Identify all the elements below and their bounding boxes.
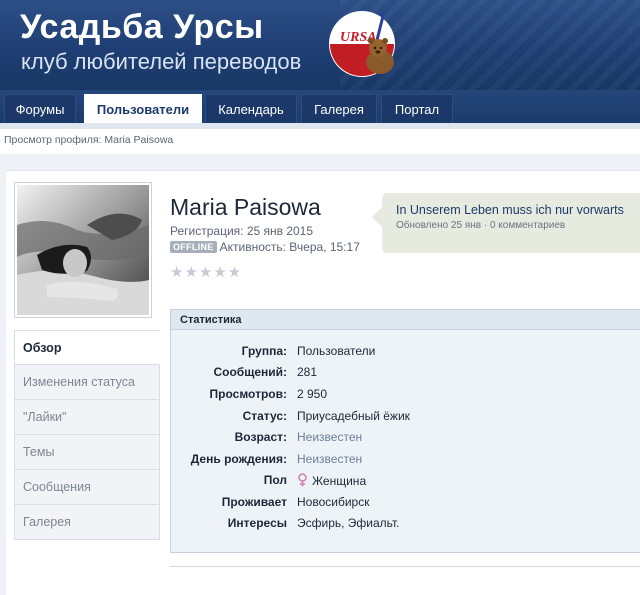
- stats-label: Пол: [263, 473, 287, 487]
- side-item-status-updates[interactable]: Изменения статуса: [14, 365, 160, 400]
- offline-badge: OFFLINE: [170, 241, 217, 253]
- main-nav: Форумы Пользователи Календарь Галерея По…: [0, 90, 640, 123]
- site-logo[interactable]: URSA: [328, 8, 404, 80]
- profile-photo[interactable]: [14, 182, 152, 318]
- avatar-image: [17, 185, 149, 315]
- stats-row-age: Возраст: Неизвестен: [171, 430, 640, 450]
- side-item-gallery[interactable]: Галерея: [14, 505, 160, 540]
- statistics-box: Статистика Группа: Пользователи Сообщени…: [170, 309, 640, 553]
- nav-subbar: [0, 123, 640, 129]
- stats-row-interests: Интересы Эсфирь, Эфиальт.: [171, 516, 640, 536]
- tab-calendar[interactable]: Календарь: [205, 94, 297, 123]
- last-activity: Активность: Вчера, 15:17: [219, 240, 360, 254]
- statistics-title: Статистика: [171, 310, 640, 330]
- stats-value: Неизвестен: [297, 452, 363, 466]
- site-title[interactable]: Усадьба Урсы: [20, 8, 264, 47]
- profile-name: Maria Paisowa: [170, 194, 321, 220]
- stats-value: Новосибирск: [297, 495, 370, 509]
- stats-value: Эсфирь, Эфиальт.: [297, 516, 400, 530]
- stats-label: Интересы: [227, 516, 287, 530]
- stats-value: Приусадебный ёжик: [297, 409, 410, 423]
- stats-label: Проживает: [221, 495, 287, 509]
- stats-row-views: Просмотров: 2 950: [171, 387, 640, 407]
- stats-value-with-icon: Женщина: [297, 473, 366, 488]
- side-item-likes[interactable]: "Лайки": [14, 400, 160, 435]
- stats-row-birthday: День рождения: Неизвестен: [171, 452, 640, 472]
- stats-row-posts: Сообщений: 281: [171, 365, 640, 385]
- stats-value: Пользователи: [297, 344, 376, 358]
- status-update-text[interactable]: In Unserem Leben muss ich nur vorwarts: [396, 203, 640, 217]
- stats-label: День рождения:: [190, 452, 287, 466]
- stats-row-gender: Пол Женщина: [171, 473, 640, 493]
- status-update-bubble: In Unserem Leben muss ich nur vorwarts О…: [372, 193, 640, 253]
- breadcrumb: Просмотр профиля: Maria Paisowa: [4, 134, 174, 146]
- tab-users[interactable]: Пользователи: [84, 94, 202, 123]
- side-item-posts[interactable]: Сообщения: [14, 470, 160, 505]
- stats-label: Возраст:: [234, 430, 287, 444]
- stats-value: Неизвестен: [297, 430, 363, 444]
- stats-label: Сообщений:: [213, 365, 287, 379]
- side-item-topics[interactable]: Темы: [14, 435, 160, 470]
- stats-label: Статус:: [242, 409, 287, 423]
- side-item-overview[interactable]: Обзор: [14, 330, 160, 365]
- section-divider: [170, 566, 640, 567]
- stats-value: 281: [297, 365, 318, 379]
- online-status-line: OFFLINE Активность: Вчера, 15:17: [170, 240, 360, 254]
- bear-logo-icon: URSA: [329, 11, 395, 77]
- status-update-meta[interactable]: Обновлено 25 янв · 0 комментариев: [396, 220, 565, 231]
- tab-portal[interactable]: Портал: [381, 94, 453, 123]
- registration-date: Регистрация: 25 янв 2015: [170, 224, 314, 238]
- site-header: Усадьба Урсы клуб любителей переводов UR…: [0, 0, 640, 90]
- stats-label: Просмотров:: [209, 387, 287, 401]
- tab-forums[interactable]: Форумы: [4, 94, 76, 123]
- stats-row-status: Статус: Приусадебный ёжик: [171, 409, 640, 429]
- stats-value: Женщина: [312, 474, 367, 488]
- female-symbol-icon: [298, 473, 307, 487]
- profile-side-menu: Обзор Изменения статуса "Лайки" Темы Соо…: [14, 330, 160, 540]
- tab-gallery[interactable]: Галерея: [301, 94, 377, 123]
- stats-row-location: Проживает Новосибирск: [171, 495, 640, 515]
- stats-row-group: Группа: Пользователи: [171, 344, 640, 364]
- stats-label: Группа:: [241, 344, 287, 358]
- rating-stars[interactable]: ★★★★★: [170, 263, 242, 281]
- stats-value: 2 950: [297, 387, 328, 401]
- site-subtitle: клуб любителей переводов: [21, 49, 302, 74]
